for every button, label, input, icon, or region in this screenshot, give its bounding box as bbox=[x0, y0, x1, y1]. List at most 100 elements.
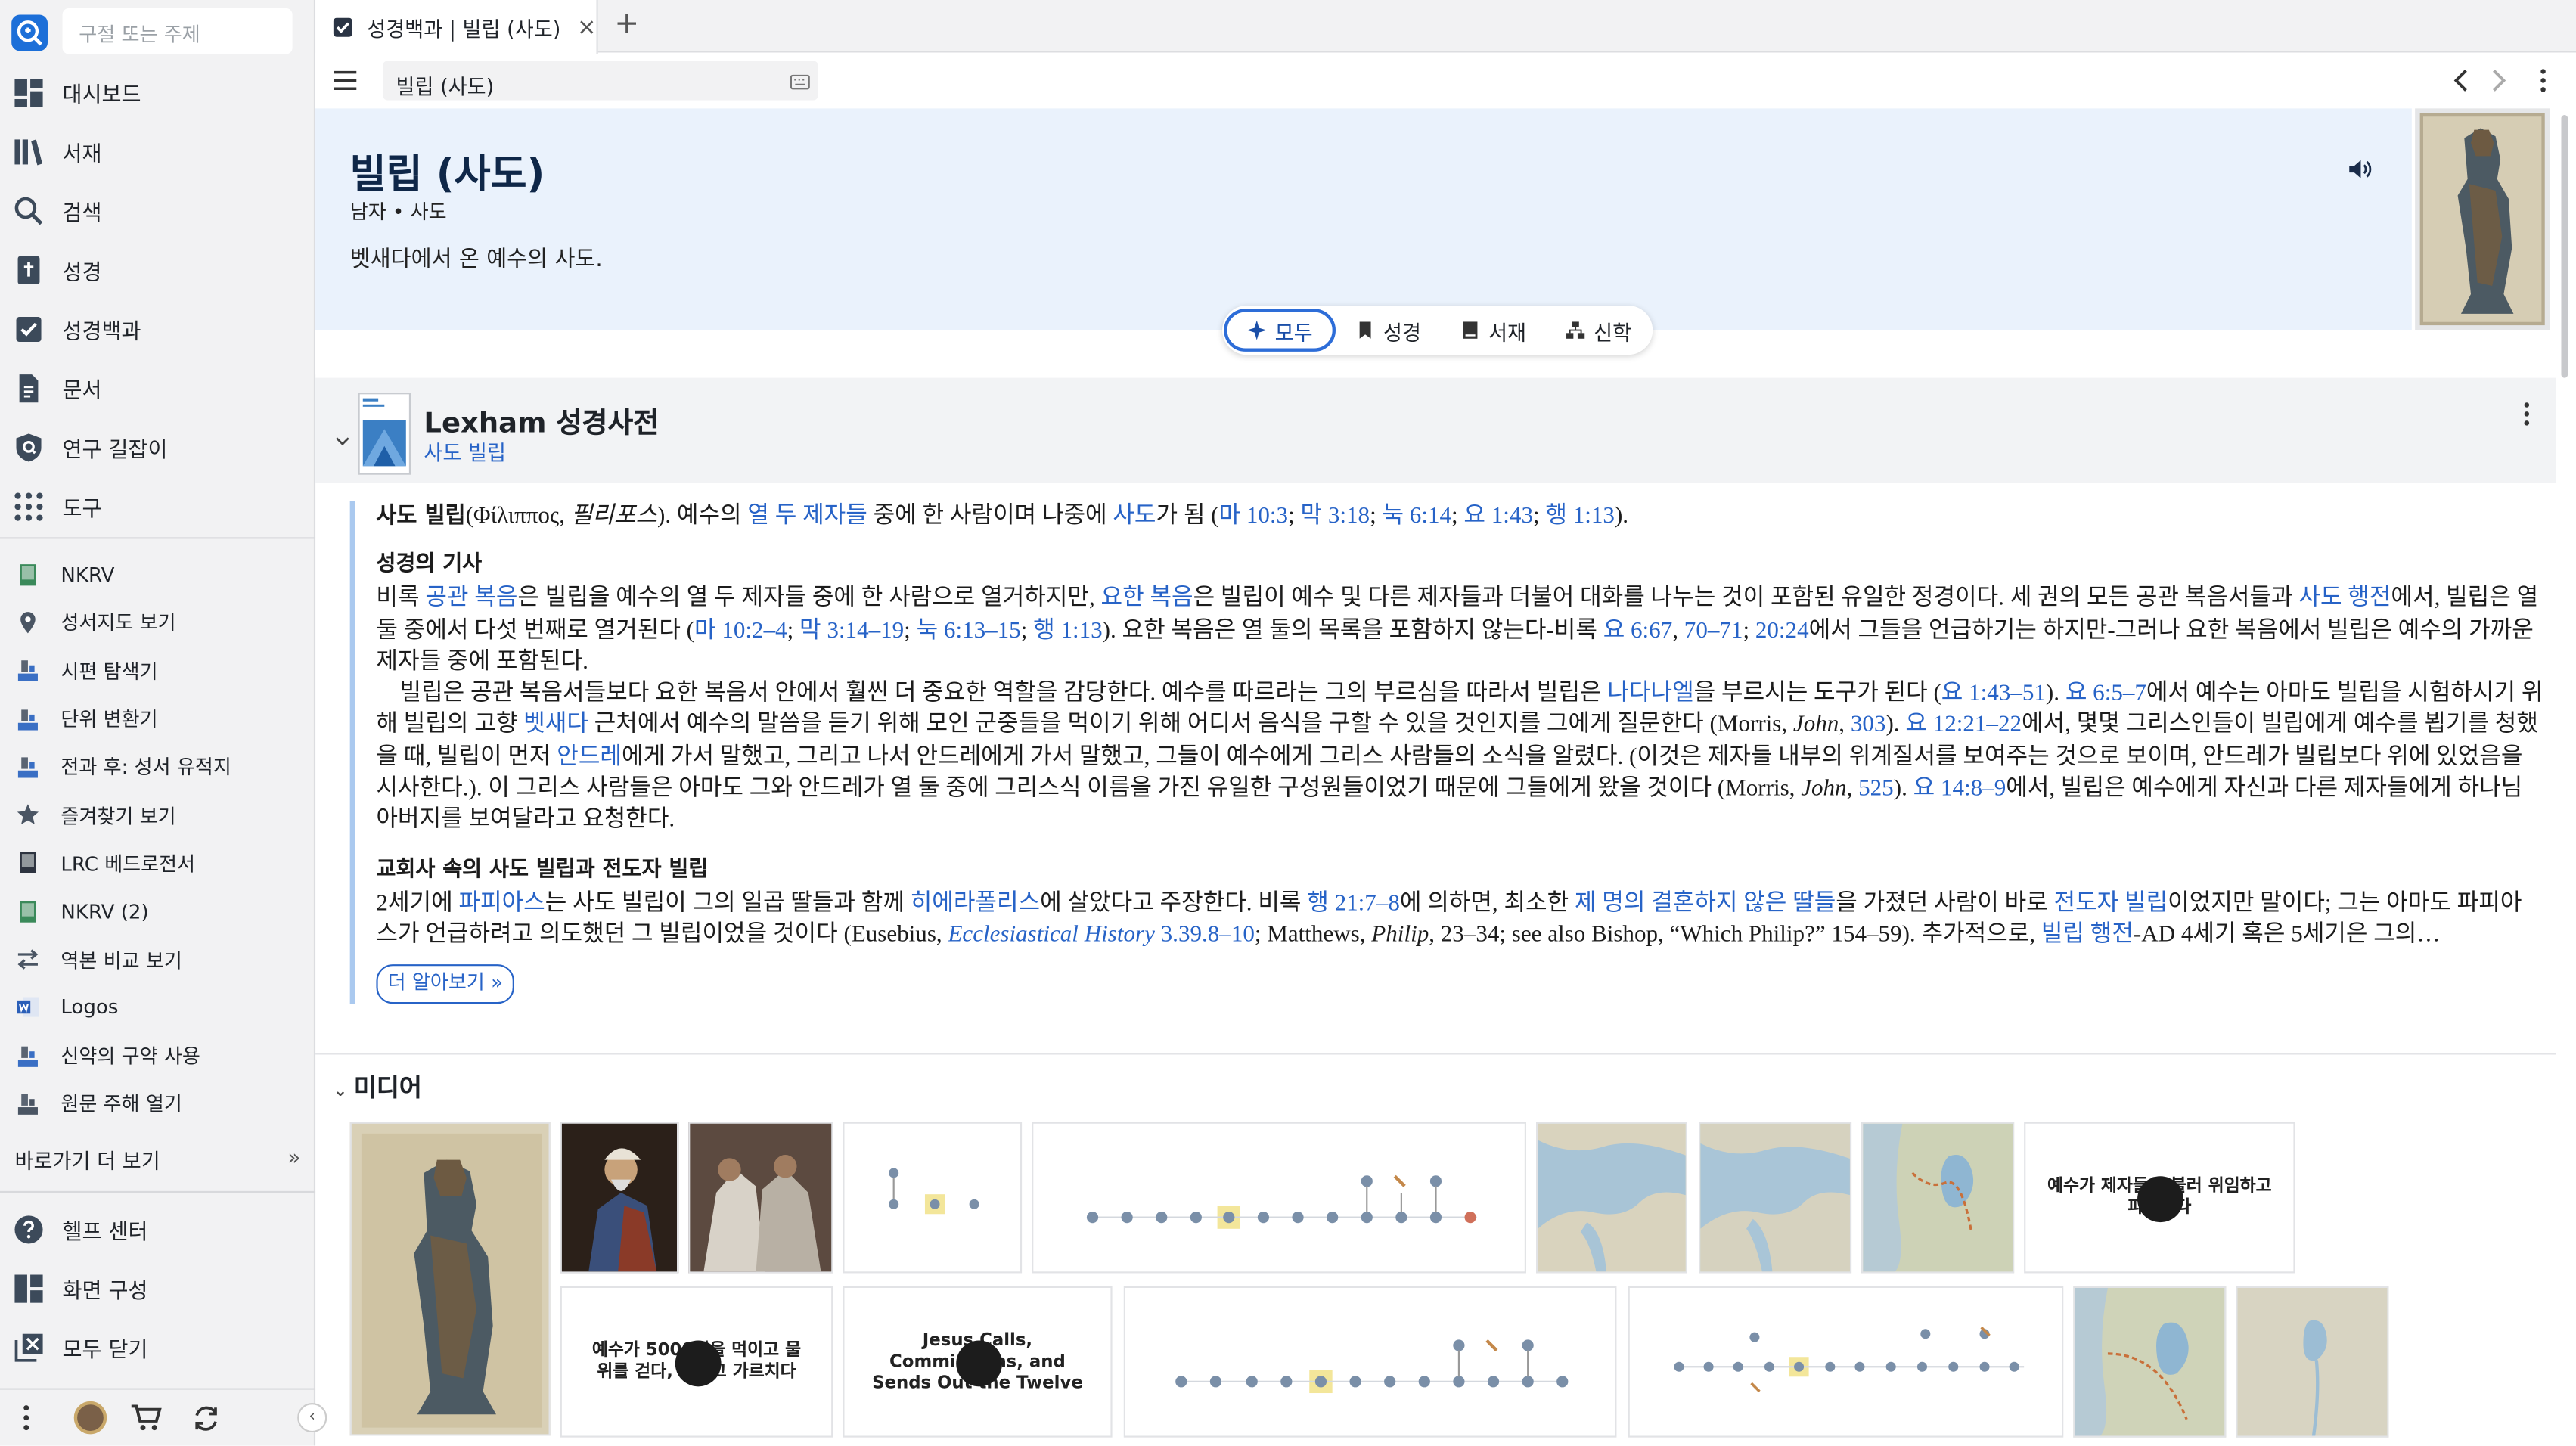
page-title: 빌립 (사도) bbox=[349, 150, 545, 197]
media-map-2[interactable] bbox=[1699, 1122, 1852, 1274]
new-tab-button[interactable]: + bbox=[614, 7, 639, 42]
nav-item-search[interactable]: 검색 bbox=[0, 181, 315, 240]
keyboard-icon[interactable] bbox=[790, 70, 810, 90]
logos-logo-icon[interactable] bbox=[11, 14, 48, 51]
nav-item-document[interactable]: 문서 bbox=[0, 358, 315, 417]
header-image[interactable] bbox=[2415, 108, 2550, 330]
article-paragraph: 비록 공관 복음은 빌립을 예수의 열 두 제자들 중에 한 사람으로 열거하지… bbox=[376, 585, 2543, 834]
more-shortcuts-link[interactable]: 바로가기 더 보기 » bbox=[15, 1143, 301, 1174]
media-map-4[interactable] bbox=[2073, 1286, 2227, 1438]
media-family-tree-4[interactable] bbox=[1628, 1286, 2064, 1438]
filter-bar: 모두 성경 서재 신학 bbox=[1222, 306, 1653, 355]
bottom-item-layout[interactable]: 화면 구성 bbox=[0, 1258, 315, 1317]
chevron-down-icon[interactable]: ⌄ bbox=[334, 1082, 347, 1100]
media-video-card-3[interactable]: Jesus Calls, Commissions, and Sends Out … bbox=[843, 1286, 1113, 1438]
article-lead: 사도 빌립(Φίλιππος, 필리포스). 예수의 열 두 제자들 중에 한 … bbox=[376, 502, 1629, 529]
article-meta: 남자 • 사도 bbox=[349, 200, 447, 224]
nav-item-label: 문서 bbox=[62, 378, 102, 404]
media-heading[interactable]: ⌄ 미디어 bbox=[334, 1069, 422, 1104]
media-family-tree-2[interactable] bbox=[1032, 1122, 1526, 1274]
collapse-sidebar-icon[interactable]: ‹ bbox=[297, 1403, 327, 1433]
bible-icon bbox=[13, 254, 44, 285]
tab-bar: 성경백과 | 빌립 (사도) × + bbox=[315, 0, 2576, 54]
scrollbar-thumb[interactable] bbox=[2561, 115, 2568, 378]
media-video-card-2[interactable]: 예수가 5000명을 먹이고 물 위를 걷다, 그리고 가르치다 bbox=[560, 1286, 833, 1438]
resource-title[interactable]: Lexham 성경사전 bbox=[424, 399, 659, 440]
shortcut-item-book[interactable]: NKRV (2) bbox=[0, 887, 315, 936]
more-options-icon[interactable] bbox=[2520, 401, 2533, 427]
media-map-3[interactable] bbox=[1861, 1122, 2015, 1274]
shortcut-item-label: 신약의 구약 사용 bbox=[61, 1044, 200, 1069]
nav-item-factbook[interactable]: 성경백과 bbox=[0, 299, 315, 358]
media-family-tree-3[interactable] bbox=[1123, 1286, 1617, 1438]
cart-icon[interactable] bbox=[130, 1403, 163, 1432]
book-icon bbox=[17, 852, 39, 874]
media-family-tree-1[interactable] bbox=[843, 1122, 1023, 1274]
filter-theology[interactable]: 신학 bbox=[1546, 309, 1651, 351]
close-all-icon bbox=[13, 1332, 44, 1363]
menu-dots-icon[interactable] bbox=[18, 1403, 35, 1432]
shortcut-item-book[interactable]: LRC 베드로전서 bbox=[0, 839, 315, 888]
nav-item-dashboard[interactable]: 대시보드 bbox=[0, 63, 315, 122]
shortcut-item-tool[interactable]: 원문 주해 열기 bbox=[0, 1080, 315, 1128]
filter-label: 신학 bbox=[1594, 319, 1632, 345]
read-more-button[interactable]: 더 알아보기 » bbox=[376, 964, 515, 1004]
nav-item-library[interactable]: 서재 bbox=[0, 122, 315, 181]
nav-item-bible[interactable]: 성경 bbox=[0, 240, 315, 299]
more-options-icon[interactable] bbox=[2535, 67, 2552, 94]
article-paragraph: 2세기에 파피아스는 사도 빌립이 그의 일곱 딸들과 함께 히에라폴리스에 살… bbox=[376, 889, 2522, 948]
article-header: 빌립 (사도) 남자 • 사도 벳새다에서 온 예수의 사도. bbox=[315, 108, 2412, 330]
filter-label: 서재 bbox=[1488, 319, 1527, 345]
book-cover-icon[interactable] bbox=[358, 393, 411, 475]
filter-bible[interactable]: 성경 bbox=[1336, 309, 1441, 351]
shortcut-item-tool[interactable]: 신약의 구약 사용 bbox=[0, 1032, 315, 1080]
address-input[interactable]: 빌립 (사도) bbox=[383, 61, 818, 101]
video-play-icon[interactable] bbox=[2137, 1176, 2183, 1223]
media-video-card-1[interactable]: 예수가 제자들을 불러 위임하고 파송하다 bbox=[2024, 1122, 2295, 1274]
forward-arrow-icon[interactable] bbox=[2489, 67, 2509, 94]
lexham-section-header[interactable]: Lexham 성경사전 사도 빌립 bbox=[315, 377, 2556, 483]
hamburger-menu-icon[interactable] bbox=[333, 67, 357, 91]
bottom-item-help[interactable]: 헬프 센터 bbox=[0, 1199, 315, 1258]
section-divider bbox=[315, 1053, 2556, 1055]
map-pin-icon bbox=[17, 611, 39, 634]
shortcut-item-label: 전과 후: 성서 유적지 bbox=[61, 756, 231, 780]
shortcut-item-map-pin[interactable]: 성서지도 보기 bbox=[0, 598, 315, 647]
speaker-icon[interactable] bbox=[2346, 156, 2373, 182]
nav-item-guide[interactable]: 연구 길잡이 bbox=[0, 417, 315, 476]
video-play-icon[interactable] bbox=[956, 1340, 1003, 1387]
resource-article-link[interactable]: 사도 빌립 bbox=[424, 436, 506, 467]
avatar[interactable] bbox=[73, 1401, 107, 1435]
sync-icon[interactable] bbox=[191, 1403, 222, 1434]
section-heading: 성경의 기사 bbox=[376, 552, 483, 578]
media-image-philip-painting[interactable] bbox=[349, 1122, 551, 1436]
media-map-1[interactable] bbox=[1536, 1122, 1687, 1274]
sidebar-footer: ‹ bbox=[0, 1390, 327, 1446]
bottom-item-close-all[interactable]: 모두 닫기 bbox=[0, 1317, 315, 1376]
back-arrow-icon[interactable] bbox=[2451, 67, 2471, 94]
media-heading-label: 미디어 bbox=[353, 1072, 422, 1103]
main-nav: 대시보드 서재검색성경 성경백과문서연구 길잡이 도구 bbox=[0, 63, 315, 536]
filter-library[interactable]: 서재 bbox=[1441, 309, 1546, 351]
media-image-painting-3[interactable] bbox=[688, 1122, 833, 1274]
search-input[interactable]: 구절 또는 주제 bbox=[62, 8, 293, 54]
nav-item-label: 검색 bbox=[62, 201, 102, 226]
tab-close-icon[interactable]: × bbox=[577, 14, 596, 40]
nav-item-tools[interactable]: 도구 bbox=[0, 476, 315, 535]
media-map-5[interactable] bbox=[2236, 1286, 2389, 1438]
video-play-icon[interactable] bbox=[675, 1340, 722, 1387]
shortcut-item-tool[interactable]: 단위 변환기 bbox=[0, 695, 315, 743]
chevron-down-icon[interactable] bbox=[335, 424, 350, 446]
shortcut-item-star[interactable]: 즐겨찾기 보기 bbox=[0, 791, 315, 839]
shortcut-item-compare[interactable]: 역본 비교 보기 bbox=[0, 936, 315, 984]
media-image-painting-2[interactable] bbox=[560, 1122, 679, 1274]
tab-factbook[interactable]: 성경백과 | 빌립 (사도) × bbox=[315, 0, 598, 54]
article-body: 사도 빌립(Φίλιππος, 필리포스). 예수의 열 두 제자들 중에 한 … bbox=[349, 501, 2543, 1004]
shortcut-item-tool[interactable]: 시편 탐색기 bbox=[0, 647, 315, 695]
scrollbar[interactable] bbox=[2558, 108, 2571, 1445]
shortcut-item-book[interactable]: NKRV bbox=[0, 551, 315, 599]
shortcut-item-word[interactable]: Logos bbox=[0, 983, 315, 1032]
address-bar: 빌립 (사도) bbox=[315, 54, 2576, 109]
filter-all[interactable]: 모두 bbox=[1224, 309, 1336, 352]
shortcut-item-tool[interactable]: 전과 후: 성서 유적지 bbox=[0, 743, 315, 791]
